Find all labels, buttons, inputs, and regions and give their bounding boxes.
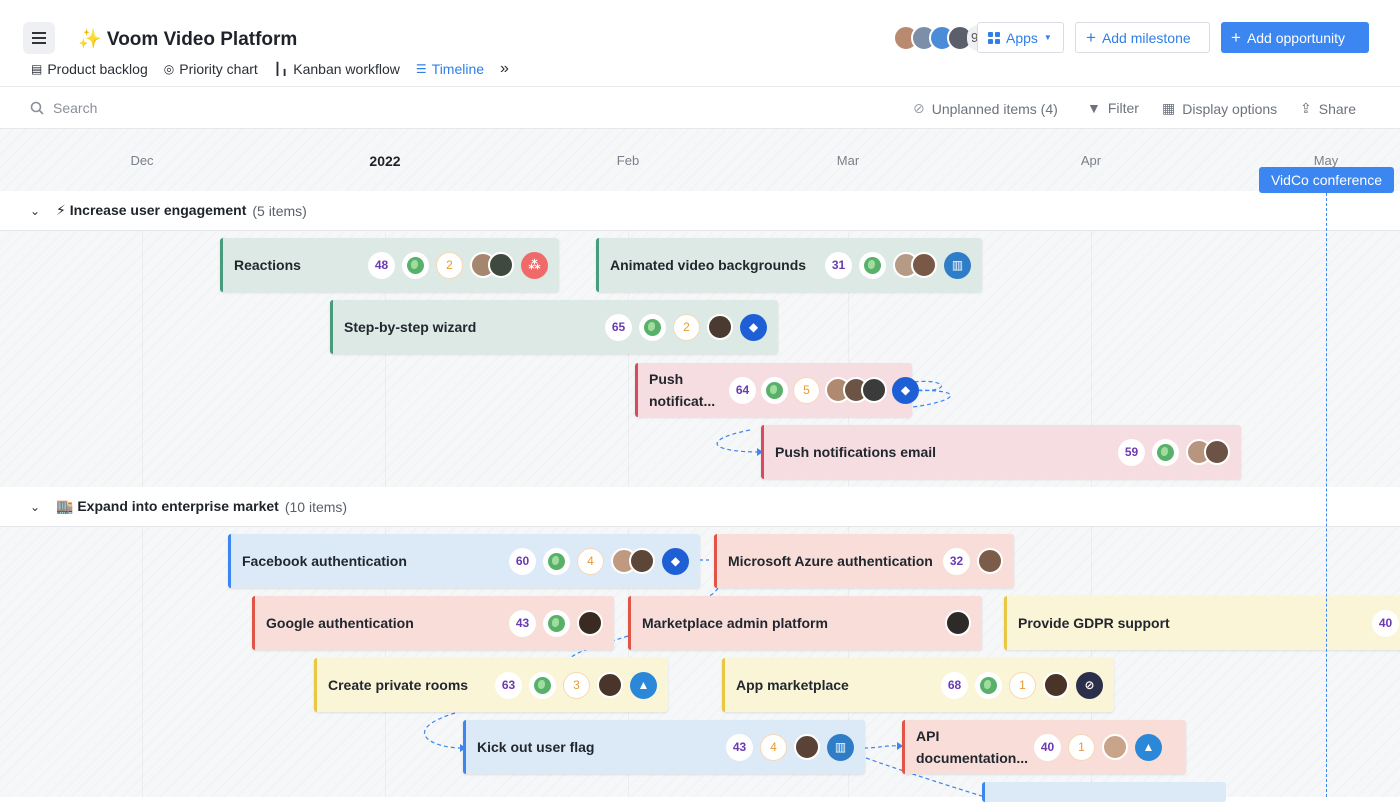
card-provide-gdpr-support[interactable]: Provide GDPR support 40 bbox=[1004, 596, 1400, 650]
avatar bbox=[488, 252, 514, 278]
card-animated-video-backgrounds[interactable]: Animated video backgrounds 31 ▥ bbox=[596, 238, 982, 292]
avatar bbox=[707, 314, 733, 340]
card-partial-next[interactable] bbox=[982, 782, 1226, 802]
integration-icon: ⊘ bbox=[1076, 671, 1103, 699]
score-badge: 63 bbox=[495, 671, 522, 699]
card-microsoft-azure-authentication[interactable]: Microsoft Azure authentication 32 bbox=[714, 534, 1014, 588]
card-title: Google authentication bbox=[266, 614, 414, 631]
avatar bbox=[1102, 734, 1128, 760]
card-title: Provide GDPR support bbox=[1018, 614, 1170, 631]
card-create-private-rooms[interactable]: Create private rooms 63 3 ▲ bbox=[314, 658, 668, 712]
score-badge: 64 bbox=[729, 376, 756, 404]
card-push-notifications-email[interactable]: Push notifications email 59 bbox=[761, 425, 1241, 479]
assignees bbox=[945, 610, 971, 636]
score-badge: 40 bbox=[1372, 609, 1399, 637]
assignees bbox=[794, 734, 820, 760]
card-step-by-step-wizard[interactable]: Step-by-step wizard 65 2 ◆ bbox=[330, 300, 778, 354]
asana-icon: ⁂ bbox=[521, 251, 548, 279]
assignees bbox=[1186, 439, 1230, 465]
globe-icon bbox=[859, 251, 886, 279]
assignees bbox=[893, 252, 937, 278]
card-title: Kick out user flag bbox=[477, 738, 595, 755]
trello-icon: ▥ bbox=[944, 251, 971, 279]
card-title: Push notifications email bbox=[775, 443, 937, 460]
count-badge: 2 bbox=[436, 251, 463, 279]
avatar bbox=[861, 377, 887, 403]
score-badge: 60 bbox=[509, 547, 536, 575]
count-badge: 2 bbox=[673, 313, 700, 341]
avatar bbox=[977, 548, 1003, 574]
score-badge: 43 bbox=[726, 733, 753, 761]
globe-icon bbox=[761, 376, 788, 404]
score-badge: 31 bbox=[825, 251, 852, 279]
assignees bbox=[597, 672, 623, 698]
jira-icon: ◆ bbox=[662, 547, 689, 575]
card-marketplace-admin-platform[interactable]: Marketplace admin platform bbox=[628, 596, 982, 650]
card-google-authentication[interactable]: Google authentication 43 bbox=[252, 596, 614, 650]
card-title: Push notificat... bbox=[649, 370, 716, 409]
avatar bbox=[577, 610, 603, 636]
avatar bbox=[945, 610, 971, 636]
avatar bbox=[629, 548, 655, 574]
assignees bbox=[977, 548, 1003, 574]
avatar bbox=[1204, 439, 1230, 465]
count-badge: 1 bbox=[1068, 733, 1095, 761]
score-badge: 65 bbox=[605, 313, 632, 341]
card-app-marketplace[interactable]: App marketplace 68 1 ⊘ bbox=[722, 658, 1114, 712]
count-badge: 4 bbox=[577, 547, 604, 575]
card-title: Facebook authentication bbox=[242, 552, 407, 569]
azure-icon: ▲ bbox=[1135, 733, 1162, 761]
globe-icon bbox=[543, 609, 570, 637]
count-badge: 5 bbox=[793, 376, 820, 404]
count-badge: 4 bbox=[760, 733, 787, 761]
globe-icon bbox=[529, 671, 556, 699]
assignees bbox=[1043, 672, 1069, 698]
score-badge: 68 bbox=[941, 671, 968, 699]
count-badge: 1 bbox=[1009, 671, 1036, 699]
avatar bbox=[1043, 672, 1069, 698]
globe-icon bbox=[402, 251, 429, 279]
milestone-marker[interactable]: VidCo conference bbox=[1259, 167, 1394, 193]
globe-icon bbox=[975, 671, 1002, 699]
avatar bbox=[794, 734, 820, 760]
azure-icon: ▲ bbox=[630, 671, 657, 699]
card-title: Microsoft Azure authentication bbox=[728, 552, 933, 569]
score-badge: 59 bbox=[1118, 438, 1145, 466]
card-title: Animated video backgrounds bbox=[610, 256, 807, 273]
assignees bbox=[707, 314, 733, 340]
globe-icon bbox=[639, 313, 666, 341]
assignees bbox=[577, 610, 603, 636]
card-title: App marketplace bbox=[736, 676, 849, 693]
card-title: Reactions bbox=[234, 256, 301, 273]
assignees bbox=[611, 548, 655, 574]
jira-icon: ◆ bbox=[740, 313, 767, 341]
assignees bbox=[1102, 734, 1128, 760]
count-badge: 3 bbox=[563, 671, 590, 699]
trello-icon: ▥ bbox=[827, 733, 854, 761]
card-title: Step-by-step wizard bbox=[344, 318, 477, 335]
score-badge: 32 bbox=[943, 547, 970, 575]
card-facebook-authentication[interactable]: Facebook authentication 60 4 ◆ bbox=[228, 534, 700, 588]
card-reactions[interactable]: Reactions 48 2 ⁂ bbox=[220, 238, 559, 292]
jira-icon: ◆ bbox=[892, 376, 919, 404]
card-title: Marketplace admin platform bbox=[642, 614, 828, 631]
card-title: Create private rooms bbox=[328, 676, 469, 693]
card-api-documentation[interactable]: API documentation... 40 1 ▲ bbox=[902, 720, 1186, 774]
card-kick-out-user-flag[interactable]: Kick out user flag 43 4 ▥ bbox=[463, 720, 865, 774]
score-badge: 43 bbox=[509, 609, 536, 637]
card-title: API documentation... bbox=[916, 727, 1028, 766]
card-push-notifications[interactable]: Push notificat... 64 5 ◆ bbox=[635, 363, 919, 417]
score-badge: 40 bbox=[1034, 733, 1061, 761]
score-badge: 48 bbox=[368, 251, 395, 279]
avatar bbox=[911, 252, 937, 278]
globe-icon bbox=[543, 547, 570, 575]
avatar bbox=[597, 672, 623, 698]
assignees bbox=[825, 377, 887, 403]
globe-icon bbox=[1152, 438, 1179, 466]
assignees bbox=[470, 252, 514, 278]
milestone-line bbox=[1326, 193, 1327, 797]
